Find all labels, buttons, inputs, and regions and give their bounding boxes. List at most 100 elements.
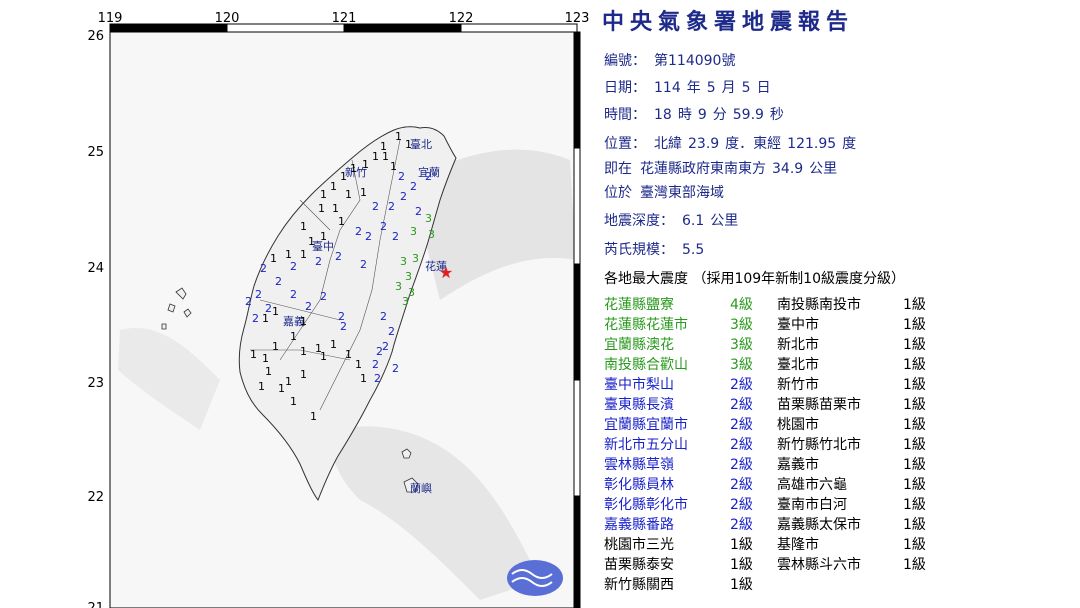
- intensity-place: 南投縣南投市: [777, 297, 861, 313]
- intensity-place: 花蓮縣花蓮市: [604, 317, 688, 333]
- intensity-place: 臺中市: [777, 317, 819, 333]
- station-intensity: 1: [262, 352, 269, 365]
- intensity-level: 3級: [730, 337, 753, 353]
- location-lat-label: 北緯: [654, 136, 682, 152]
- station-intensity: 2: [374, 372, 381, 385]
- station-intensity: 1: [320, 188, 327, 201]
- intensity-place: 新北市: [777, 337, 819, 353]
- report-time-row: 時間： 18 時 9 分 59.9 秒: [604, 104, 790, 124]
- station-intensity: 1: [382, 150, 389, 163]
- station-intensity: 2: [392, 230, 399, 243]
- intensity-place: 桃園市三光: [604, 537, 674, 553]
- intensity-level: 1級: [903, 317, 926, 333]
- magnitude-value: 5.5: [682, 242, 705, 258]
- intensity-level: 3級: [730, 317, 753, 333]
- station-intensity: 2: [360, 258, 367, 271]
- near-label: 即在: [604, 161, 632, 177]
- station-intensity: 2: [335, 250, 342, 263]
- time-sec: 59.9: [732, 107, 764, 123]
- station-intensity: 1: [300, 345, 307, 358]
- report-date-row: 日期： 114 年 5 月 5 日: [604, 77, 777, 97]
- station-intensity: 1: [278, 382, 285, 395]
- near-text: 花蓮縣政府東南東方: [640, 161, 766, 177]
- station-intensity: 1: [290, 330, 297, 343]
- intensity-level: 2級: [730, 457, 753, 473]
- station-intensity: 1: [350, 162, 357, 175]
- date-day-unit: 日: [756, 80, 771, 96]
- lat-scale-bar: [573, 263, 581, 381]
- station-intensity: 2: [380, 310, 387, 323]
- time-hour: 18: [654, 107, 672, 123]
- station-intensity: 2: [382, 340, 389, 353]
- station-intensity: 3: [405, 270, 412, 283]
- station-intensity: 1: [262, 312, 269, 325]
- region-text: 臺灣東部海域: [640, 185, 724, 201]
- station-intensity: 1: [300, 368, 307, 381]
- station-intensity: 1: [390, 160, 397, 173]
- station-intensity: 3: [408, 286, 415, 299]
- station-intensity: 1: [318, 202, 325, 215]
- date-label: 日期：: [604, 80, 646, 96]
- lat-tick-label: 23: [87, 376, 104, 391]
- time-min-unit: 分: [712, 107, 727, 123]
- intensity-place: 臺東縣長濱: [604, 397, 674, 413]
- lat-tick-label: 26: [87, 29, 104, 44]
- station-intensity: 2: [365, 230, 372, 243]
- station-intensity: 1: [345, 348, 352, 361]
- location-lat-unit: 度．東經: [725, 136, 782, 152]
- time-sec-unit: 秒: [769, 107, 784, 123]
- lon-scale-bar: [460, 23, 578, 33]
- intensity-level: 4級: [730, 297, 753, 313]
- intensity-level: 2級: [730, 497, 753, 513]
- intensity-place: 南投縣合歡山: [604, 357, 688, 373]
- report-panel: 中央氣象署地震報告 編號： 第114090號 日期： 114 年 5 月 5 日 時間： 18 時…: [590, 0, 1080, 608]
- intensity-place: 苗栗縣苗栗市: [777, 397, 861, 413]
- date-day: 5: [741, 80, 751, 96]
- intensity-level: 1級: [903, 457, 926, 473]
- station-intensity: 1: [360, 186, 367, 199]
- station-intensity: 3: [402, 295, 409, 308]
- station-intensity: 3: [400, 255, 407, 268]
- intensity-level: 2級: [730, 397, 753, 413]
- station-intensity: 2: [252, 312, 259, 325]
- time-hour-unit: 時: [677, 107, 692, 123]
- location-lat: 23.9: [688, 136, 720, 152]
- station-intensity: 1: [272, 305, 279, 318]
- intensity-place: 花蓮縣鹽寮: [604, 297, 674, 313]
- intensity-level: 1級: [903, 377, 926, 393]
- intensity-level: 1級: [903, 497, 926, 513]
- station-intensity: 2: [398, 170, 405, 183]
- station-intensity: 1: [330, 180, 337, 193]
- location-lon-unit: 度: [842, 136, 857, 152]
- report-location-row: 位置： 北緯 23.9 度．東經 121.95 度: [604, 133, 856, 153]
- station-intensity: 1: [340, 170, 347, 183]
- intensity-level: 2級: [730, 377, 753, 393]
- intensity-place: 新竹縣關西: [604, 577, 674, 593]
- intensity-place: 雲林縣斗六市: [777, 557, 861, 573]
- station-intensity: 3: [425, 212, 432, 225]
- intensity-place: 新竹縣竹北市: [777, 437, 861, 453]
- station-intensity: 3: [412, 252, 419, 265]
- station-intensity: 3: [428, 228, 435, 241]
- intensity-level: 1級: [903, 537, 926, 553]
- intensity-level: 1級: [903, 557, 926, 573]
- date-month-unit: 月: [721, 80, 736, 96]
- report-number-row: 編號： 第114090號: [604, 50, 735, 70]
- intensity-place: 宜蘭縣宜蘭市: [604, 417, 688, 433]
- station-intensity: 1: [360, 372, 367, 385]
- date-year: 114: [654, 80, 681, 96]
- intensity-level: 1級: [903, 417, 926, 433]
- intensity-place: 嘉義市: [777, 457, 819, 473]
- report-depth-row: 地震深度： 6.1 公里: [604, 210, 744, 230]
- lon-scale-bar: [226, 23, 345, 33]
- station-intensity: 3: [410, 225, 417, 238]
- magnitude-label: 芮氏規模：: [604, 242, 674, 258]
- region-label: 位於: [604, 185, 632, 201]
- intensity-place: 桃園市: [777, 417, 819, 433]
- report-near-row: 即在 花蓮縣政府東南東方 34.9 公里: [604, 158, 837, 178]
- station-intensity: 2: [260, 262, 267, 275]
- station-intensity: 2: [372, 200, 379, 213]
- depth-label: 地震深度：: [604, 213, 674, 229]
- intensity-level: 1級: [903, 477, 926, 493]
- station-intensity: 1: [300, 220, 307, 233]
